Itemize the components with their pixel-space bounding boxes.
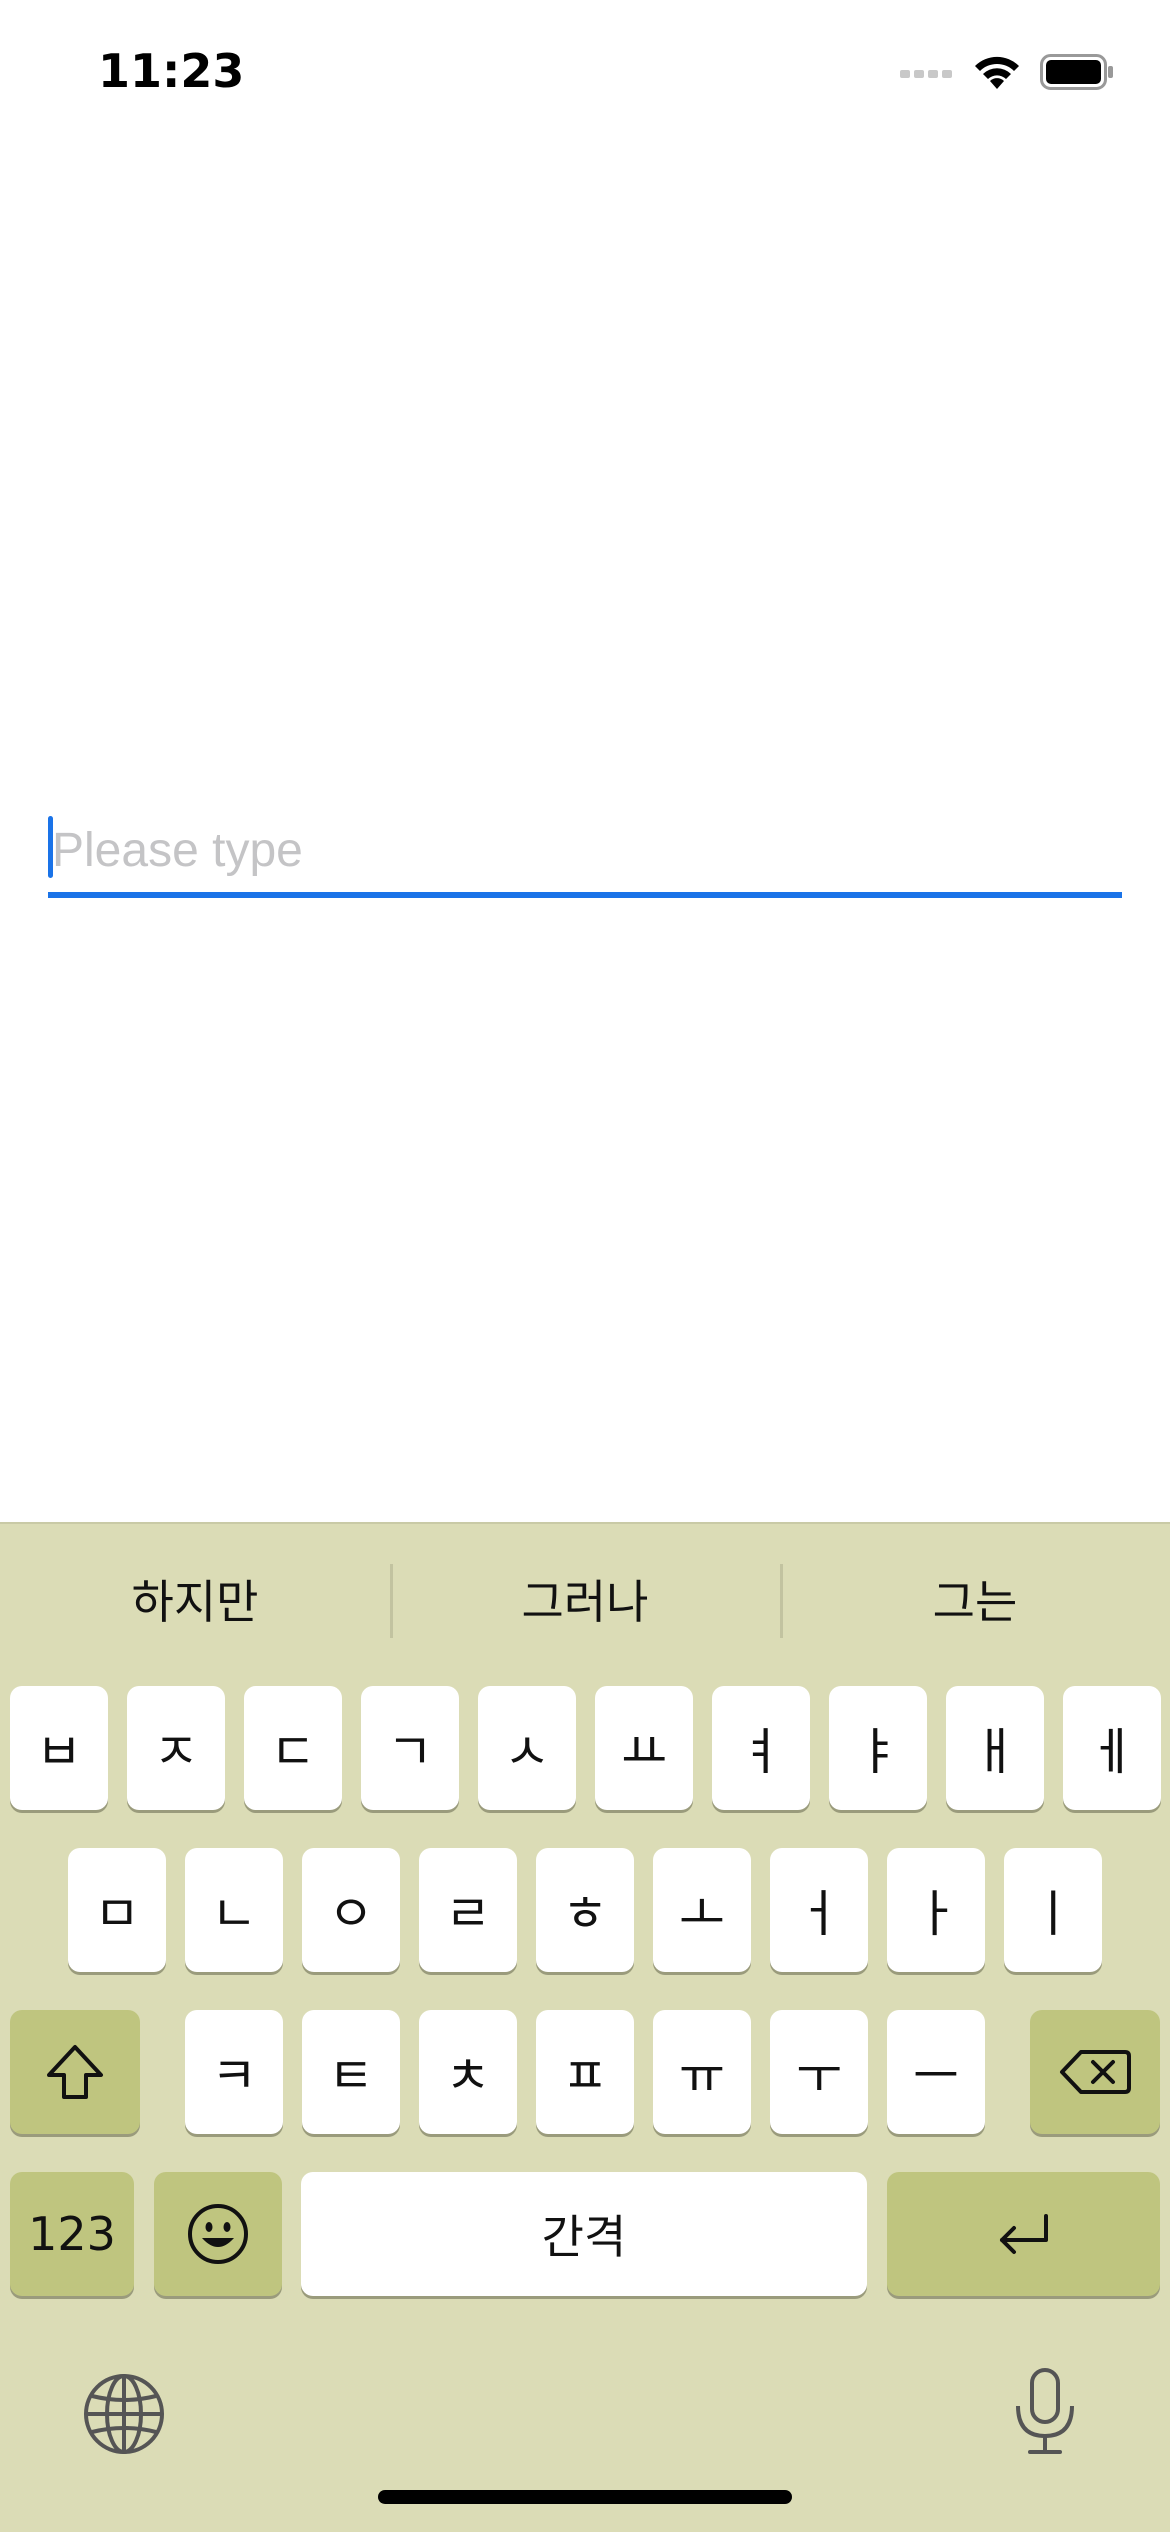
return-icon <box>999 2214 1048 2254</box>
shift-key[interactable] <box>10 2010 140 2134</box>
key-pieup[interactable]: ㅍ <box>536 2010 634 2134</box>
home-indicator[interactable] <box>378 2490 792 2504</box>
key-kieuk[interactable]: ㅋ <box>185 2010 283 2134</box>
key-tieut[interactable]: ㅌ <box>302 2010 400 2134</box>
key-mieum[interactable]: ㅁ <box>68 1848 166 1972</box>
key-giyeok[interactable]: ㄱ <box>361 1686 459 1810</box>
key-yeo[interactable]: ㅕ <box>712 1686 810 1810</box>
key-yu[interactable]: ㅠ <box>653 2010 751 2134</box>
suggestion-2[interactable]: 그러나 <box>390 1524 780 1674</box>
microphone-icon[interactable] <box>1010 2366 1080 2458</box>
key-yo[interactable]: ㅛ <box>595 1686 693 1810</box>
status-time: 11:23 <box>98 44 245 98</box>
screen: 11:23 하지만 그러나 그는 ㅂ ㅈ <box>0 0 1170 2532</box>
emoji-icon <box>188 2204 248 2264</box>
suggestion-1[interactable]: 하지만 <box>0 1524 390 1674</box>
key-rieul[interactable]: ㄹ <box>419 1848 517 1972</box>
key-i[interactable]: ㅣ <box>1004 1848 1102 1972</box>
key-chieut[interactable]: ㅊ <box>419 2010 517 2134</box>
wifi-icon <box>975 56 1019 89</box>
numbers-key[interactable]: 123 <box>10 2172 134 2296</box>
key-nieun[interactable]: ㄴ <box>185 1848 283 1972</box>
key-ae[interactable]: ㅐ <box>946 1686 1044 1810</box>
key-bieup[interactable]: ㅂ <box>10 1686 108 1810</box>
suggestion-bar: 하지만 그러나 그는 <box>0 1524 1170 1674</box>
delete-key[interactable] <box>1030 2010 1160 2134</box>
text-field[interactable] <box>48 808 1126 898</box>
suggestion-3[interactable]: 그는 <box>780 1524 1170 1674</box>
space-key[interactable]: 간격 <box>301 2172 867 2296</box>
keyboard: 하지만 그러나 그는 ㅂ ㅈ ㄷ ㄱ ㅅ ㅛ ㅕ ㅑ ㅐ ㅔ ㅁ ㄴ ㅇ ㄹ ㅎ… <box>0 1522 1170 2532</box>
key-u[interactable]: ㅜ <box>770 2010 868 2134</box>
key-jieut[interactable]: ㅈ <box>127 1686 225 1810</box>
key-digeut[interactable]: ㄷ <box>244 1686 342 1810</box>
key-ya[interactable]: ㅑ <box>829 1686 927 1810</box>
key-eu[interactable]: ㅡ <box>887 2010 985 2134</box>
key-o[interactable]: ㅗ <box>653 1848 751 1972</box>
delete-backspace-icon <box>1060 2050 1131 2094</box>
status-icons <box>900 52 1114 92</box>
cellular-signal-icon <box>900 70 952 78</box>
key-a[interactable]: ㅏ <box>887 1848 985 1972</box>
emoji-key[interactable] <box>154 2172 282 2296</box>
key-ieung[interactable]: ㅇ <box>302 1848 400 1972</box>
key-siot[interactable]: ㅅ <box>478 1686 576 1810</box>
shift-icon <box>47 2045 103 2099</box>
key-eo[interactable]: ㅓ <box>770 1848 868 1972</box>
globe-icon[interactable] <box>82 2372 166 2456</box>
key-e[interactable]: ㅔ <box>1063 1686 1161 1810</box>
return-key[interactable] <box>887 2172 1160 2296</box>
text-input[interactable] <box>48 808 1126 892</box>
key-hieut[interactable]: ㅎ <box>536 1848 634 1972</box>
battery-icon <box>1040 54 1113 90</box>
